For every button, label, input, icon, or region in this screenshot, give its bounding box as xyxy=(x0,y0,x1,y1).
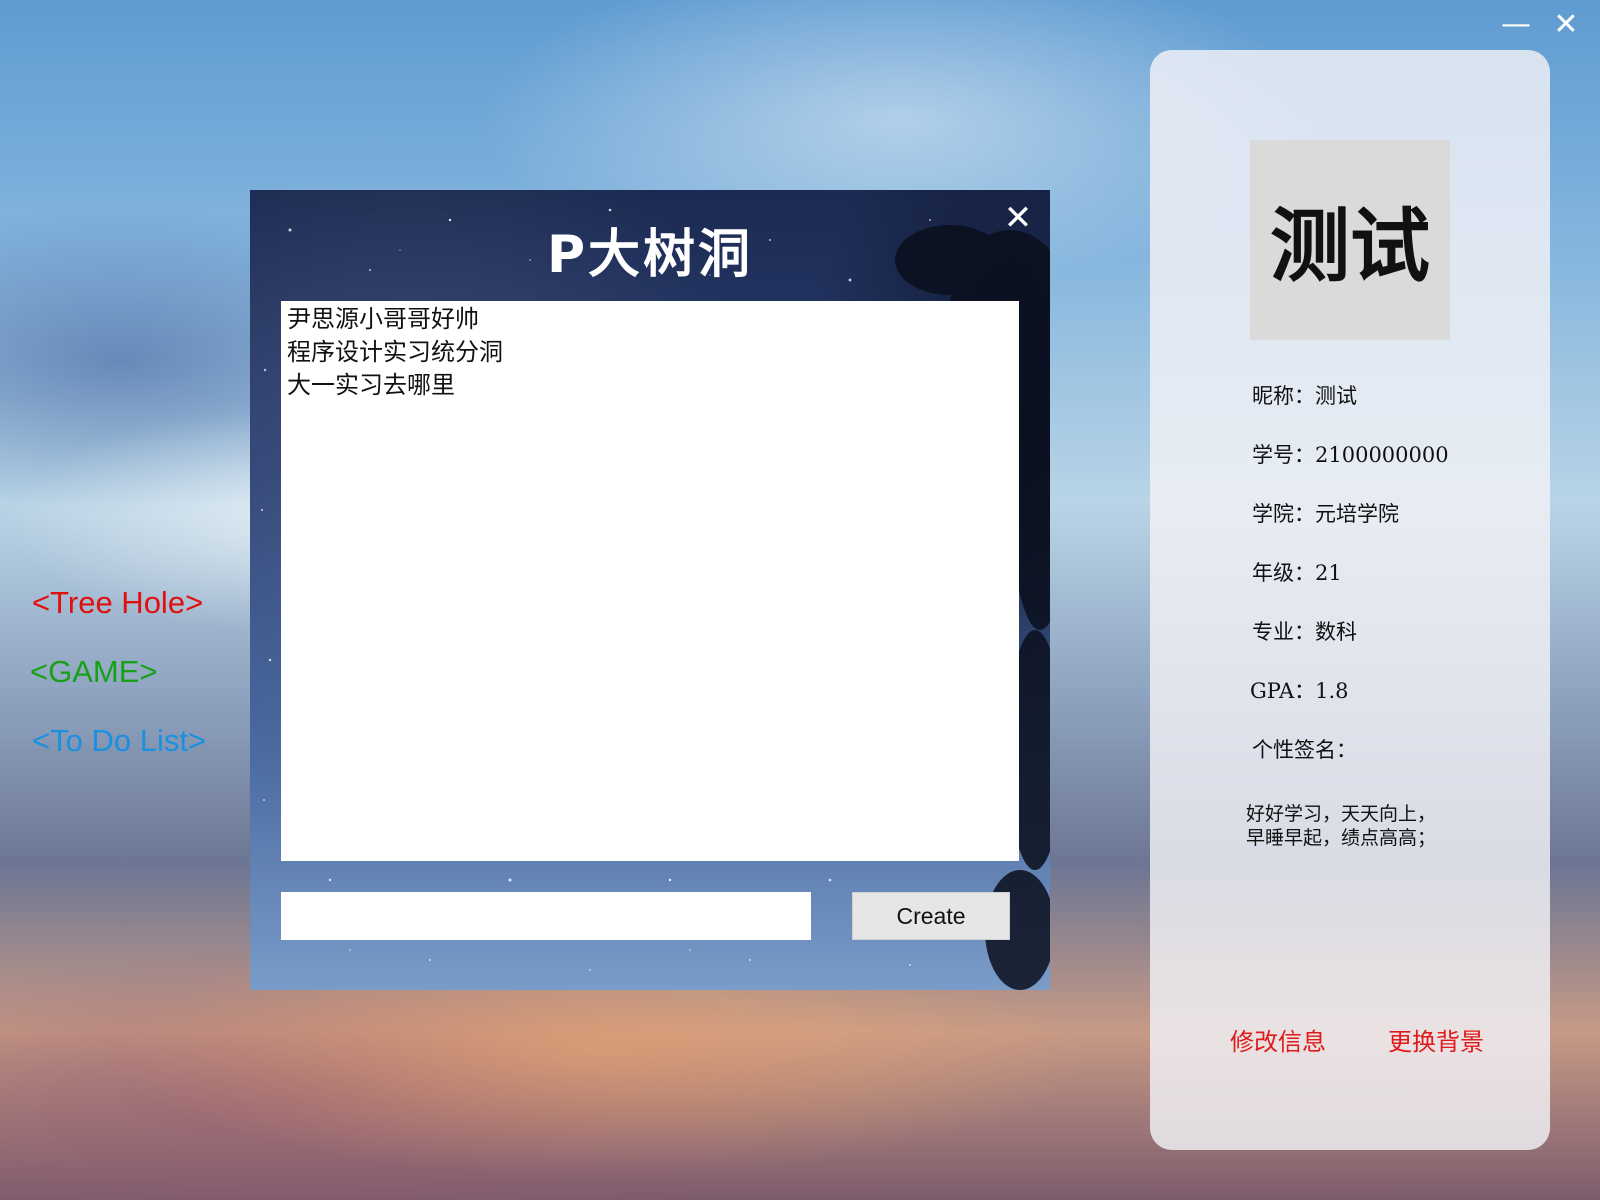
new-hole-input[interactable] xyxy=(281,892,811,940)
window-close-button[interactable]: ✕ xyxy=(1546,8,1586,42)
grade-text: 年级：21 xyxy=(1252,561,1342,585)
college-text: 学院：元培学院 xyxy=(1252,502,1399,526)
list-item[interactable]: 程序设计实习统分洞 xyxy=(287,336,1013,369)
dialog-title: P大树洞 xyxy=(546,225,754,285)
list-item[interactable]: 尹思源小哥哥好帅 xyxy=(287,303,1013,336)
major-text: 专业：数科 xyxy=(1252,620,1357,644)
avatar-text: 测试 xyxy=(1270,199,1430,293)
profile-panel: 测试 昵称：测试 学号：2100000000 学院：元培学院 年级：21 专业：… xyxy=(1150,50,1550,1150)
avatar[interactable]: 测试 xyxy=(1250,140,1450,340)
student-id-text: 学号：2100000000 xyxy=(1252,443,1449,467)
tree-hole-list[interactable]: 尹思源小哥哥好帅 程序设计实习统分洞 大一实习去哪里 xyxy=(281,301,1019,861)
nav-game-link[interactable]: <GAME> xyxy=(30,654,158,690)
edit-info-button[interactable]: 修改信息 xyxy=(1230,1022,1326,1057)
gpa-text: GPA：1.8 xyxy=(1250,679,1349,703)
tree-hole-dialog: P大树洞 ✕ 尹思源小哥哥好帅 程序设计实习统分洞 大一实习去哪里 Create xyxy=(250,190,1050,990)
nav-tree-hole-link[interactable]: <Tree Hole> xyxy=(32,585,203,621)
list-item[interactable]: 大一实习去哪里 xyxy=(287,369,1013,402)
window-minimize-button[interactable]: — xyxy=(1496,8,1536,42)
signature-text: 好好学习，天天向上，早睡早起，绩点高高； xyxy=(1246,803,1437,849)
signature-label: 个性签名： xyxy=(1252,738,1357,762)
create-button[interactable]: Create xyxy=(852,892,1010,940)
nav-todo-list-link[interactable]: <To Do List> xyxy=(32,723,206,759)
change-background-button[interactable]: 更换背景 xyxy=(1388,1022,1484,1057)
nickname-text: 昵称：测试 xyxy=(1252,384,1357,408)
dialog-close-icon[interactable]: ✕ xyxy=(1000,200,1036,236)
